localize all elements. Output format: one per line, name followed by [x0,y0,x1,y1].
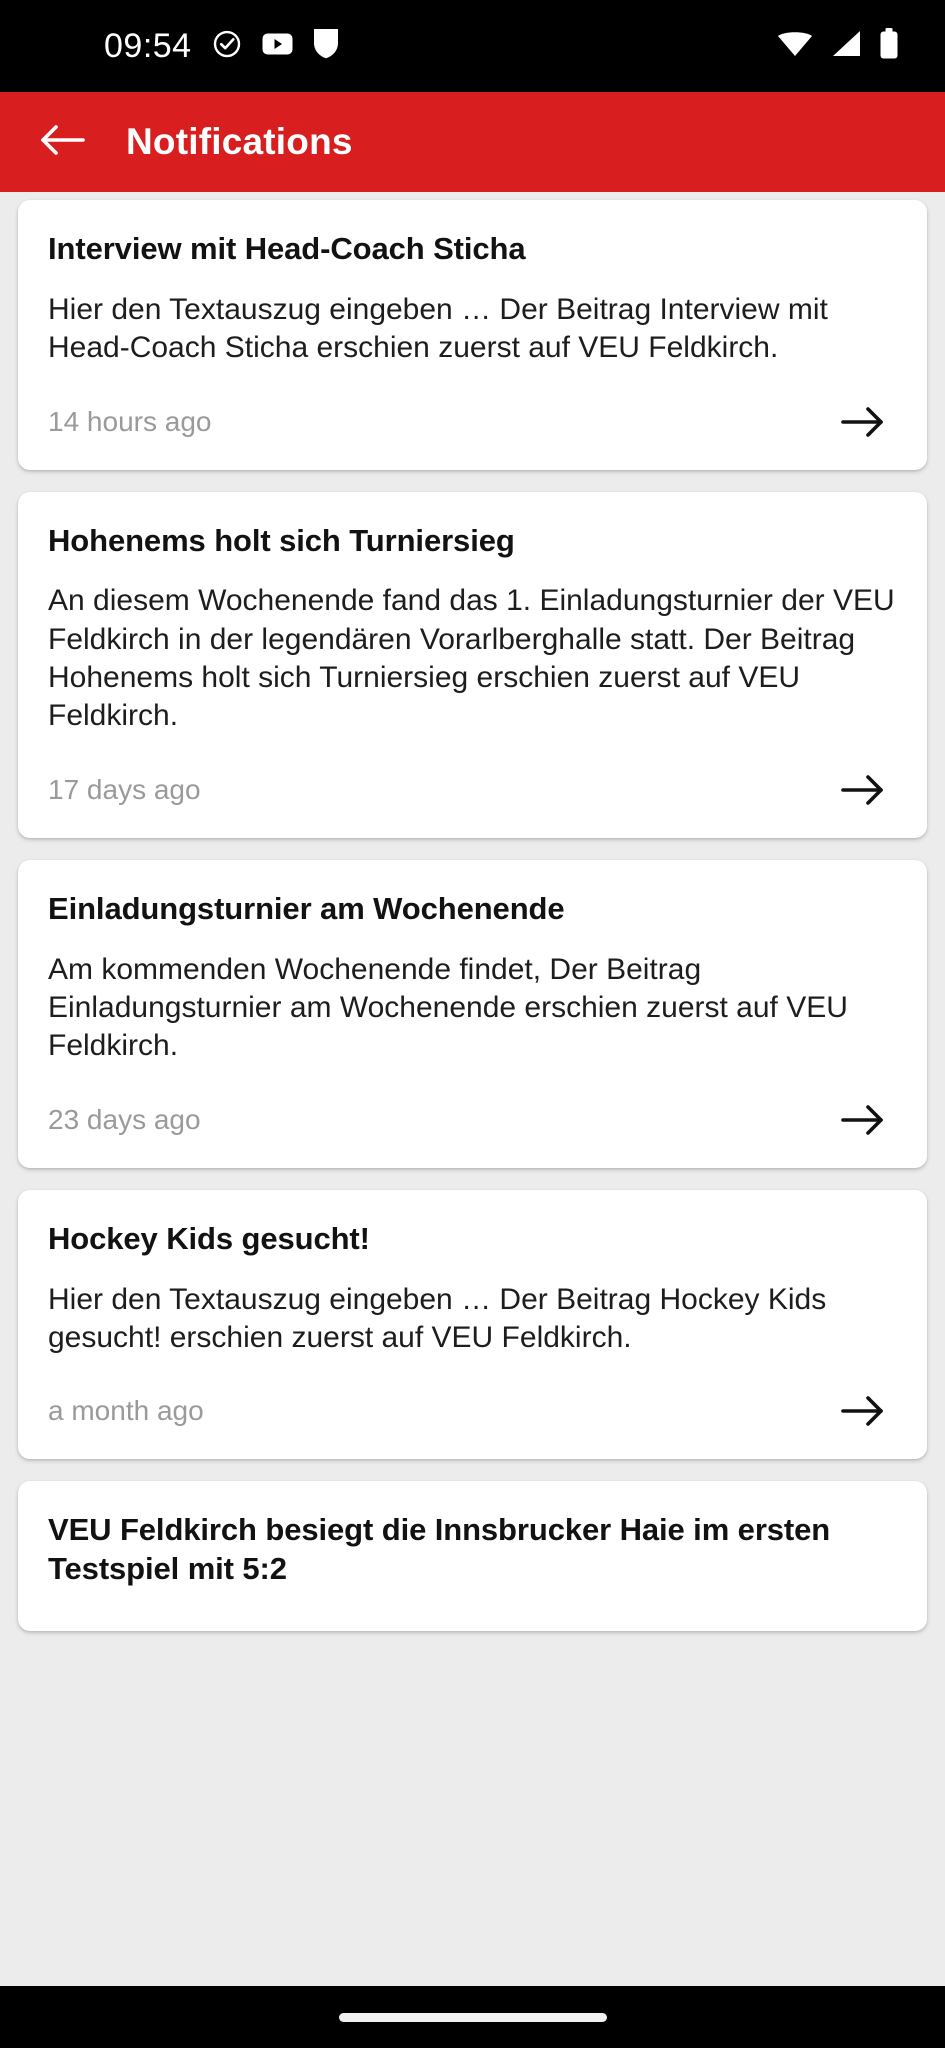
notification-timestamp: a month ago [48,1395,204,1427]
notification-card[interactable]: Interview mit Head-Coach Sticha Hier den… [18,200,927,470]
app-bar: Notifications [0,92,945,192]
shield-icon [313,28,339,64]
status-bar-right [777,28,909,64]
notification-body: Am kommenden Wochenende findet, Der Beit… [48,952,848,1063]
notification-footer: a month ago [48,1383,897,1439]
notification-body: An diesem Wochenende fand das 1. Einladu… [48,584,895,733]
cellular-signal-icon [830,30,862,63]
notification-card[interactable]: Hohenems holt sich Turniersieg An diesem… [18,491,927,838]
page-title: Notifications [126,121,353,162]
notification-footer: 17 days ago [48,762,897,818]
notification-footer: 14 hours ago [48,394,897,450]
status-bar-clock: 09:54 [104,27,192,65]
notification-card[interactable]: Einladungsturnier am Wochenende Am komme… [18,859,927,1168]
notification-timestamp: 23 days ago [48,1103,201,1135]
arrow-right-icon[interactable] [835,762,891,818]
battery-icon [879,28,899,64]
system-navigation-bar [0,1986,945,2048]
youtube-icon [262,33,293,60]
arrow-right-icon[interactable] [835,1383,891,1439]
notification-timestamp: 14 hours ago [48,405,212,437]
arrow-right-icon[interactable] [835,394,891,450]
notification-title: Hohenems holt sich Turniersieg [48,522,515,558]
notification-body: Hier den Textauszug eingeben … Der Beitr… [48,1282,827,1354]
notification-card[interactable]: VEU Feldkirch besiegt die Innsbrucker Ha… [18,1481,927,1631]
status-bar: 09:54 [0,0,945,92]
status-bar-left: 09:54 [0,28,339,64]
notification-title: Interview mit Head-Coach Sticha [48,231,526,266]
arrow-left-icon [39,122,85,163]
arrow-right-icon[interactable] [835,1092,891,1148]
notifications-screen: 09:54 Notifications Interview mit Head-C… [0,0,945,2048]
check-circle-icon [212,29,242,64]
notification-title: Einladungsturnier am Wochenende [48,890,565,926]
notification-title: Hockey Kids gesucht! [48,1220,370,1256]
notification-title: VEU Feldkirch besiegt die Innsbrucker Ha… [48,1512,831,1587]
notification-timestamp: 17 days ago [48,773,201,805]
notification-card[interactable]: Hockey Kids gesucht! Hier den Textauszug… [18,1189,927,1460]
notification-body: Hier den Textauszug eingeben … Der Beitr… [48,292,828,365]
home-gesture-pill[interactable] [338,2012,607,2022]
back-button[interactable] [16,96,108,188]
notifications-list[interactable]: Interview mit Head-Coach Sticha Hier den… [0,192,945,2048]
wifi-icon [777,30,813,63]
notification-footer: 23 days ago [48,1092,897,1148]
